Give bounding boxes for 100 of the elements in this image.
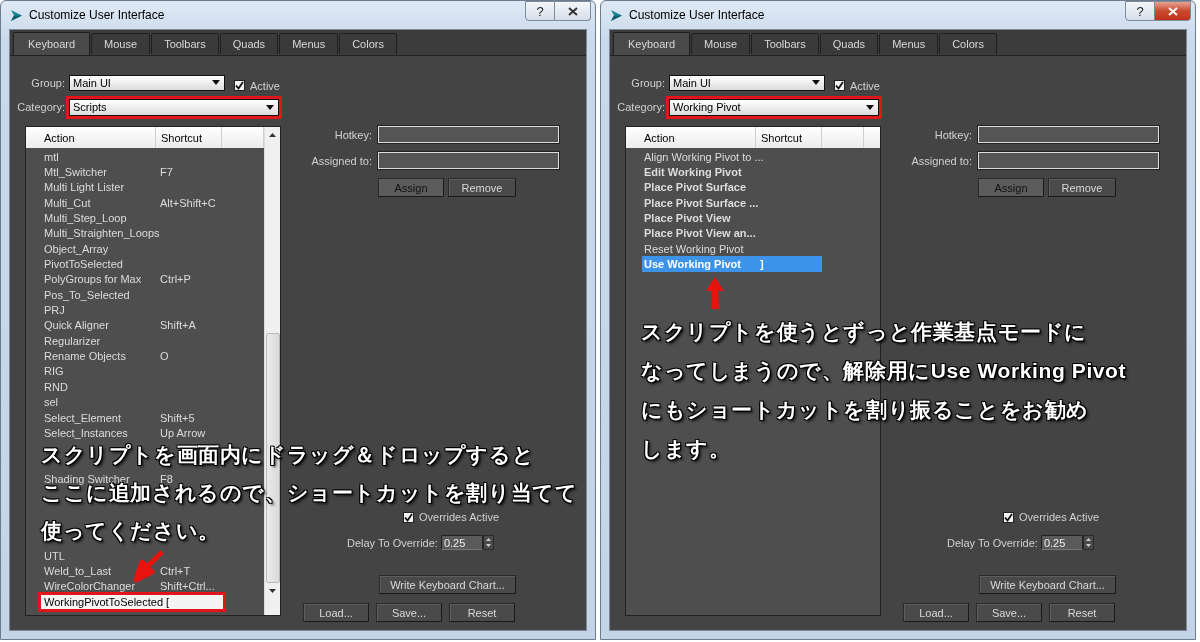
checkbox[interactable] bbox=[1003, 511, 1014, 523]
app-icon bbox=[609, 7, 624, 23]
tab[interactable]: Colors bbox=[339, 33, 397, 54]
list-row[interactable]: Object_Array bbox=[42, 241, 222, 257]
list-row[interactable]: Place Pivot Surface bbox=[642, 179, 822, 196]
table-cell: ] bbox=[760, 258, 764, 271]
list-row[interactable]: Multi_Straighten_Loops bbox=[42, 225, 222, 242]
up-down-icon bbox=[485, 538, 491, 547]
list-row[interactable]: Pos_To_Selected bbox=[42, 287, 222, 303]
list-row[interactable]: Reset Working Pivot bbox=[642, 241, 822, 257]
field-label: Hotkey: bbox=[933, 128, 973, 141]
down-arrow-icon bbox=[269, 589, 276, 593]
tab[interactable]: Keyboard bbox=[613, 32, 691, 55]
button[interactable]: Save... bbox=[376, 603, 442, 622]
table-cell-text: Multi Light Lister bbox=[44, 181, 126, 194]
table-cell-text: Place Pivot Surface ... bbox=[644, 196, 760, 209]
dropdown[interactable]: Scripts bbox=[69, 98, 279, 116]
list-row[interactable]: Rename Objects O bbox=[42, 348, 222, 364]
close-button[interactable] bbox=[555, 1, 591, 21]
tab[interactable]: Menus bbox=[879, 33, 939, 54]
table-cell-text: Multi_Step_Loop bbox=[44, 212, 128, 225]
check-icon bbox=[835, 81, 844, 90]
list-row[interactable]: Quick Aligner Shift+A bbox=[42, 317, 222, 334]
list-row[interactable]: Multi_Step_Loop bbox=[42, 210, 222, 226]
column-header[interactable]: Action bbox=[26, 127, 156, 148]
help-button[interactable]: ? bbox=[1125, 1, 1155, 21]
list-row[interactable]: sel bbox=[42, 394, 222, 410]
tab[interactable]: Keyboard bbox=[13, 32, 91, 55]
button[interactable]: Reset bbox=[1049, 603, 1115, 622]
button[interactable]: Save... bbox=[976, 603, 1042, 622]
hotkey-field[interactable] bbox=[378, 126, 559, 143]
table-cell-text: RIG bbox=[44, 365, 65, 378]
list-row[interactable]: WireColorChanger Shift+Ctrl... bbox=[42, 578, 222, 594]
tab[interactable]: Mouse bbox=[91, 33, 151, 54]
list-row[interactable]: Place Pivot View bbox=[642, 210, 822, 226]
table-cell-text: WireColorChanger bbox=[44, 580, 137, 593]
button[interactable]: Remove bbox=[1048, 178, 1116, 197]
button[interactable]: Remove bbox=[448, 178, 516, 197]
button[interactable]: Load... bbox=[303, 603, 369, 622]
checkbox[interactable] bbox=[234, 80, 245, 91]
tab[interactable]: Toolbars bbox=[151, 33, 219, 54]
button[interactable]: Reset bbox=[449, 603, 515, 622]
list-row[interactable]: RND bbox=[42, 379, 222, 395]
table-cell-text: Rename Objects bbox=[44, 350, 127, 363]
column-header[interactable]: Shortcut bbox=[156, 127, 222, 148]
table-cell-text: Weld_to_Last bbox=[44, 564, 113, 577]
button[interactable]: Write Keyboard Chart... bbox=[379, 575, 516, 594]
field-label: Category: bbox=[16, 101, 66, 113]
table-cell-text: Place Pivot View bbox=[644, 212, 732, 225]
field-label: Group: bbox=[30, 76, 66, 89]
list-row[interactable]: mtl bbox=[42, 149, 222, 165]
button[interactable]: Write Keyboard Chart... bbox=[979, 575, 1116, 594]
highlighted-row[interactable]: WorkingPivotToSelected [ bbox=[38, 591, 226, 612]
column-header[interactable]: Shortcut bbox=[756, 127, 822, 148]
dropdown[interactable]: Working Pivot bbox=[669, 98, 879, 116]
tab[interactable]: Colors bbox=[939, 33, 997, 54]
checkbox-label: Overrides Active bbox=[419, 511, 500, 523]
list-row[interactable]: Align Working Pivot to ... bbox=[642, 149, 822, 165]
spinner-field[interactable]: 0.25 bbox=[440, 535, 483, 550]
list-row[interactable]: Select_Instances Up Arrow bbox=[42, 425, 222, 441]
tab[interactable]: Quads bbox=[819, 33, 879, 54]
list-row[interactable]: Edit Working Pivot bbox=[642, 164, 822, 180]
table-cell-text: Use Working Pivot bbox=[644, 258, 742, 271]
tab[interactable]: Quads bbox=[219, 33, 279, 54]
close-button[interactable] bbox=[1155, 1, 1191, 21]
list-row[interactable]: Weld_to_Last Ctrl+T bbox=[42, 563, 222, 579]
list-row[interactable]: PolyGroups for Max Ctrl+P bbox=[42, 271, 222, 288]
tab[interactable]: Menus bbox=[279, 33, 339, 54]
checkbox[interactable] bbox=[834, 80, 845, 91]
table-cell-text: Select_Instances bbox=[44, 426, 129, 439]
checkbox[interactable] bbox=[403, 511, 414, 523]
tab[interactable]: Mouse bbox=[691, 33, 751, 54]
list-row[interactable]: PRJ bbox=[42, 302, 222, 318]
spinner-field[interactable]: 0.25 bbox=[1040, 535, 1083, 550]
table-cell-text: Mtl_Switcher bbox=[44, 166, 108, 178]
list-row[interactable]: Multi_Cut Alt+Shift+C bbox=[42, 195, 222, 211]
assigned-field[interactable] bbox=[378, 152, 559, 169]
spinner-button[interactable] bbox=[1082, 535, 1094, 550]
column-header[interactable]: Action bbox=[626, 127, 756, 148]
list-row[interactable]: Mtl_Switcher F7 bbox=[42, 164, 222, 180]
button[interactable]: Load... bbox=[903, 603, 969, 622]
hotkey-field[interactable] bbox=[978, 126, 1159, 143]
list-row[interactable]: Regularizer bbox=[42, 333, 222, 349]
dropdown[interactable]: Main UI bbox=[69, 74, 225, 91]
list-row[interactable]: RIG bbox=[42, 363, 222, 380]
list-row[interactable]: Select_Element Shift+5 bbox=[42, 409, 222, 426]
assigned-field[interactable] bbox=[978, 152, 1159, 169]
list-row[interactable]: Place Pivot Surface ... bbox=[642, 195, 822, 211]
annotation-text: 使ってください。 bbox=[41, 519, 220, 543]
table-cell-text: Object_Array bbox=[44, 242, 110, 255]
dropdown[interactable]: Main UI bbox=[669, 74, 825, 91]
help-button[interactable]: ? bbox=[525, 1, 555, 21]
list-row[interactable]: UTL bbox=[42, 547, 222, 564]
check-icon bbox=[1004, 512, 1013, 522]
tab[interactable]: Toolbars bbox=[751, 33, 819, 54]
table-cell: Alt+Shift+C bbox=[160, 196, 216, 209]
list-row[interactable]: Multi Light Lister bbox=[42, 179, 222, 196]
list-row[interactable]: Place Pivot View an... bbox=[642, 225, 822, 242]
spinner-button[interactable] bbox=[482, 535, 494, 550]
list-row[interactable]: PivotToSelected bbox=[42, 256, 222, 272]
